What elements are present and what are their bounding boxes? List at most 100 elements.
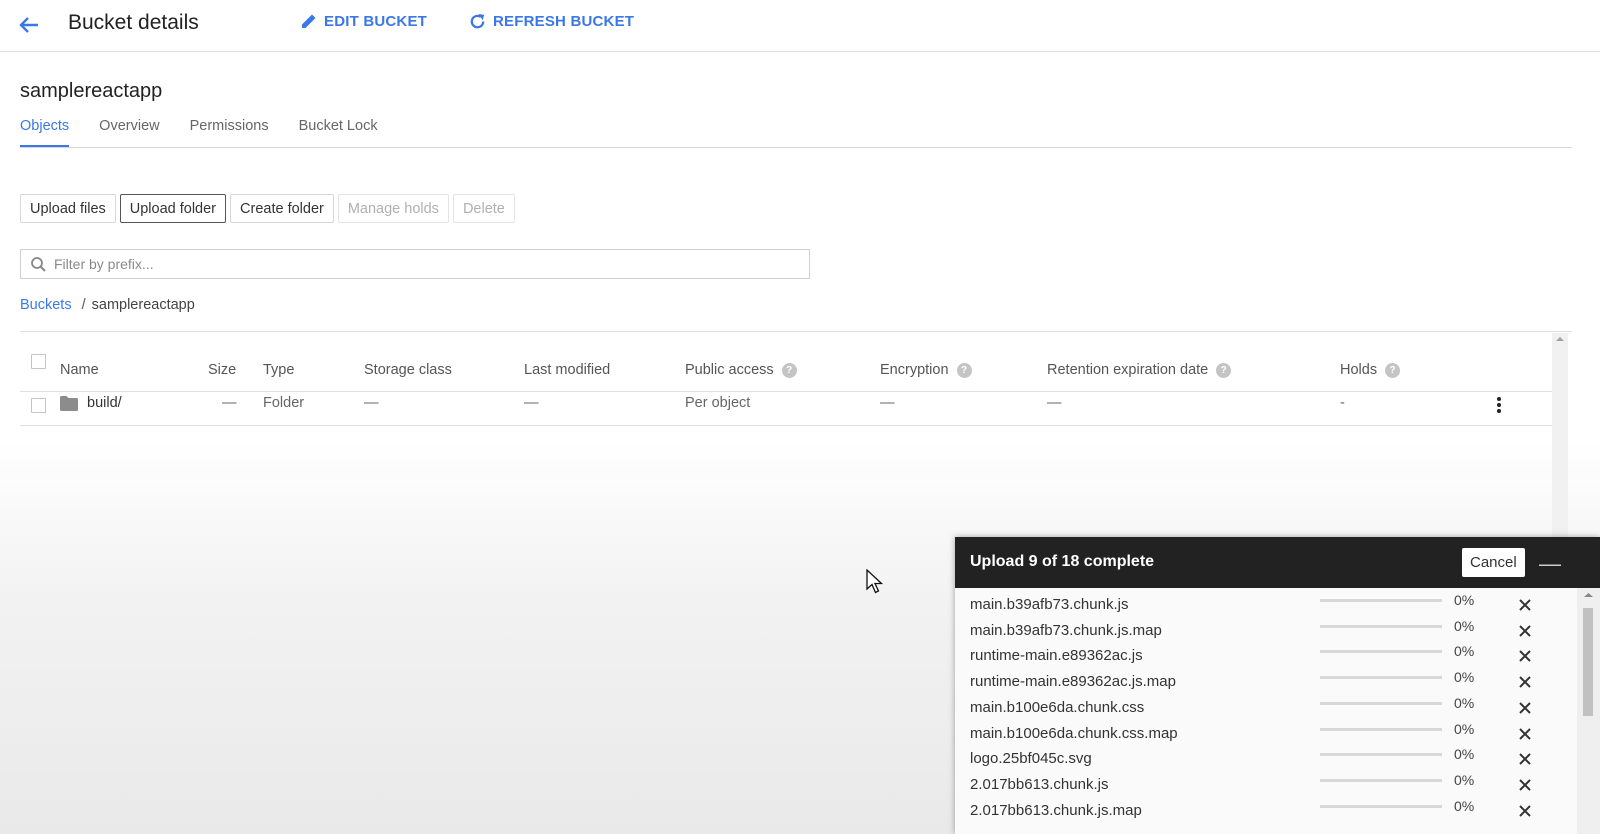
column-header-encryption: Encryption ? — [880, 362, 972, 378]
column-header-holds-label[interactable]: Holds — [1340, 362, 1377, 378]
help-icon[interactable]: ? — [781, 362, 797, 378]
object-toolbar: Upload files Upload folder Create folder… — [20, 194, 519, 223]
upload-status-title: Upload 9 of 18 complete — [970, 553, 1155, 570]
upload-item: main.b39afb73.chunk.js 0% — [955, 591, 1555, 617]
page-title: Bucket details — [68, 11, 199, 34]
help-icon[interactable]: ? — [1385, 362, 1401, 378]
upload-panel-header: Upload 9 of 18 complete Cancel — — [955, 537, 1600, 588]
remove-upload-icon[interactable] — [1518, 701, 1532, 715]
tab-bucket-lock[interactable]: Bucket Lock — [299, 118, 378, 147]
help-icon[interactable]: ? — [956, 362, 972, 378]
delete-button[interactable]: Delete — [452, 194, 515, 223]
cancel-upload-button[interactable]: Cancel — [1462, 548, 1525, 577]
upload-progress-bar — [1320, 753, 1442, 757]
upload-scroll-thumb[interactable] — [1583, 608, 1593, 716]
upload-progress-bar — [1320, 778, 1442, 782]
scroll-up-arrow-icon[interactable] — [1552, 333, 1568, 345]
upload-file-name: 2.017bb613.chunk.js — [970, 775, 1109, 793]
select-all-checkbox[interactable] — [31, 354, 46, 369]
upload-file-name: main.b100e6da.chunk.css — [970, 698, 1145, 716]
column-header-type[interactable]: Type — [263, 362, 294, 378]
breadcrumb-separator: / — [81, 297, 86, 313]
filter-input[interactable] — [54, 256, 754, 272]
upload-item: runtime-main.e89362ac.js.map 0% — [955, 668, 1555, 694]
upload-item: 2.017bb613.chunk.js 0% — [955, 771, 1555, 797]
upload-folder-button[interactable]: Upload folder — [119, 194, 227, 223]
upload-percent: 0% — [1454, 694, 1475, 711]
tab-bar: Objects Overview Permissions Bucket Lock — [20, 118, 1572, 148]
breadcrumb-buckets-link[interactable]: Buckets — [20, 297, 72, 313]
column-header-last-modified[interactable]: Last modified — [524, 362, 610, 378]
remove-upload-icon[interactable] — [1518, 675, 1532, 689]
refresh-bucket-label: REFRESH BUCKET — [493, 13, 635, 30]
upload-progress-bar — [1320, 727, 1442, 731]
create-folder-button[interactable]: Create folder — [230, 194, 334, 223]
tab-overview[interactable]: Overview — [99, 118, 159, 147]
row-checkbox[interactable] — [31, 398, 46, 413]
search-icon — [31, 256, 46, 272]
upload-file-name: 2.017bb613.chunk.js.map — [970, 801, 1142, 819]
row-public-access: Per object — [685, 395, 751, 411]
upload-percent: 0% — [1454, 669, 1475, 686]
back-arrow-icon[interactable] — [14, 10, 44, 40]
upload-progress-panel: Upload 9 of 18 complete Cancel — main.b3… — [955, 537, 1600, 834]
upload-scrollbar[interactable] — [1577, 588, 1600, 834]
upload-percent: 0% — [1454, 643, 1475, 660]
refresh-bucket-button[interactable]: REFRESH BUCKET — [468, 12, 634, 31]
column-header-public-access-label[interactable]: Public access — [685, 362, 774, 378]
folder-link[interactable]: build/ — [87, 395, 122, 411]
column-header-size[interactable]: Size — [208, 362, 236, 378]
edit-bucket-button[interactable]: EDIT BUCKET — [300, 12, 427, 30]
column-header-name[interactable]: Name — [60, 362, 99, 378]
minimize-icon[interactable]: — — [1539, 551, 1561, 577]
tab-permissions[interactable]: Permissions — [190, 118, 269, 147]
remove-upload-icon[interactable] — [1518, 649, 1532, 663]
refresh-icon — [470, 13, 485, 29]
upload-percent: 0% — [1454, 720, 1475, 737]
upload-progress-bar — [1320, 624, 1442, 628]
upload-item: main.b39afb73.chunk.js.map 0% — [955, 617, 1555, 643]
column-header-holds: Holds ? — [1340, 362, 1401, 378]
upload-percent: 0% — [1454, 592, 1475, 608]
row-type: Folder — [263, 395, 305, 411]
upload-files-button[interactable]: Upload files — [20, 194, 116, 223]
more-options-icon[interactable] — [1496, 396, 1502, 414]
upload-progress-bar — [1320, 599, 1442, 602]
upload-file-name: main.b39afb73.chunk.js.map — [970, 621, 1162, 639]
upload-progress-bar — [1320, 804, 1442, 808]
table-row[interactable]: build/ — Folder — — Per object — — - — [20, 386, 1552, 426]
remove-upload-icon[interactable] — [1518, 778, 1532, 792]
row-size: — — [222, 395, 237, 411]
breadcrumb-current: samplereactapp — [91, 297, 195, 313]
column-header-retention-label[interactable]: Retention expiration date — [1047, 362, 1208, 378]
upload-file-name: runtime-main.e89362ac.js — [970, 647, 1143, 665]
remove-upload-icon[interactable] — [1518, 624, 1532, 638]
row-last-modified: — — [524, 395, 539, 411]
upload-percent: 0% — [1454, 617, 1475, 634]
row-retention: — — [1047, 395, 1062, 411]
remove-upload-icon[interactable] — [1518, 598, 1532, 612]
folder-icon — [60, 395, 78, 411]
scroll-up-arrow-icon[interactable] — [1577, 588, 1600, 602]
upload-file-name: logo.25bf045c.svg — [970, 750, 1092, 768]
upload-item: 2.017bb613.chunk.js.map 0% — [955, 797, 1555, 823]
column-header-encryption-label[interactable]: Encryption — [880, 362, 949, 378]
tab-objects[interactable]: Objects — [20, 118, 70, 147]
remove-upload-icon[interactable] — [1518, 727, 1532, 741]
remove-upload-icon[interactable] — [1518, 752, 1532, 766]
manage-holds-button[interactable]: Manage holds — [337, 194, 449, 223]
upload-item: runtime-main.e89362ac.js 0% — [955, 642, 1555, 668]
help-icon[interactable]: ? — [1216, 362, 1232, 378]
bucket-name: samplereactapp — [20, 80, 163, 102]
pencil-icon — [302, 14, 316, 28]
mouse-cursor-icon — [866, 568, 884, 600]
upload-progress-bar — [1320, 676, 1442, 680]
column-header-storage-class[interactable]: Storage class — [364, 362, 452, 378]
top-bar: Bucket details EDIT BUCKET REFRESH BUCKE… — [0, 0, 1600, 52]
remove-upload-icon[interactable] — [1518, 804, 1532, 818]
upload-file-name: runtime-main.e89362ac.js.map — [970, 673, 1176, 691]
divider — [20, 331, 1572, 332]
row-holds: - — [1340, 395, 1345, 411]
row-encryption: — — [880, 395, 895, 411]
upload-progress-bar — [1320, 701, 1442, 705]
